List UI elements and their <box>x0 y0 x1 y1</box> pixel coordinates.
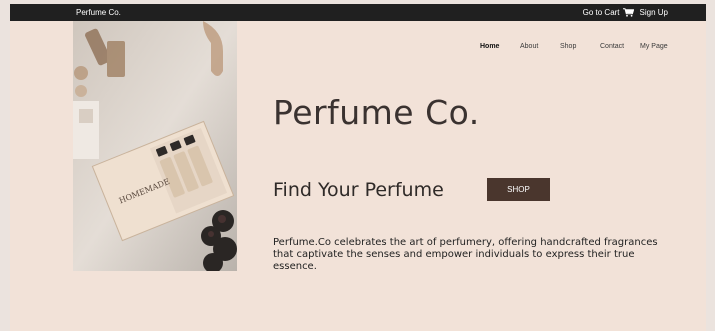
top-bar: Perfume Co. Go to Cart Sign Up <box>10 4 706 21</box>
go-to-cart-label: Go to Cart <box>582 8 620 17</box>
page-content: HOMEMADE Home About Shop Contact My Page… <box>10 21 706 331</box>
nav-item-shop[interactable]: Shop <box>560 43 600 50</box>
hero-subtitle: Find Your Perfume <box>273 179 444 201</box>
nav-item-my-page[interactable]: My Page <box>640 43 668 50</box>
shop-button[interactable]: SHOP <box>487 178 550 201</box>
nav-item-contact[interactable]: Contact <box>600 43 640 50</box>
topbar-actions: Go to Cart Sign Up <box>583 8 668 17</box>
sign-up-link[interactable]: Sign Up <box>640 8 668 17</box>
hero-description: Perfume.Co celebrates the art of perfume… <box>273 237 658 272</box>
topbar-brand[interactable]: Perfume Co. <box>76 8 121 17</box>
nav-item-home[interactable]: Home <box>480 43 520 50</box>
main-nav: Home About Shop Contact My Page <box>480 43 668 50</box>
go-to-cart-link[interactable]: Go to Cart <box>583 8 634 17</box>
hero-image: HOMEMADE <box>73 21 237 271</box>
nav-item-about[interactable]: About <box>520 43 560 50</box>
hero-title: Perfume Co. <box>273 93 480 132</box>
cart-icon <box>622 8 634 17</box>
